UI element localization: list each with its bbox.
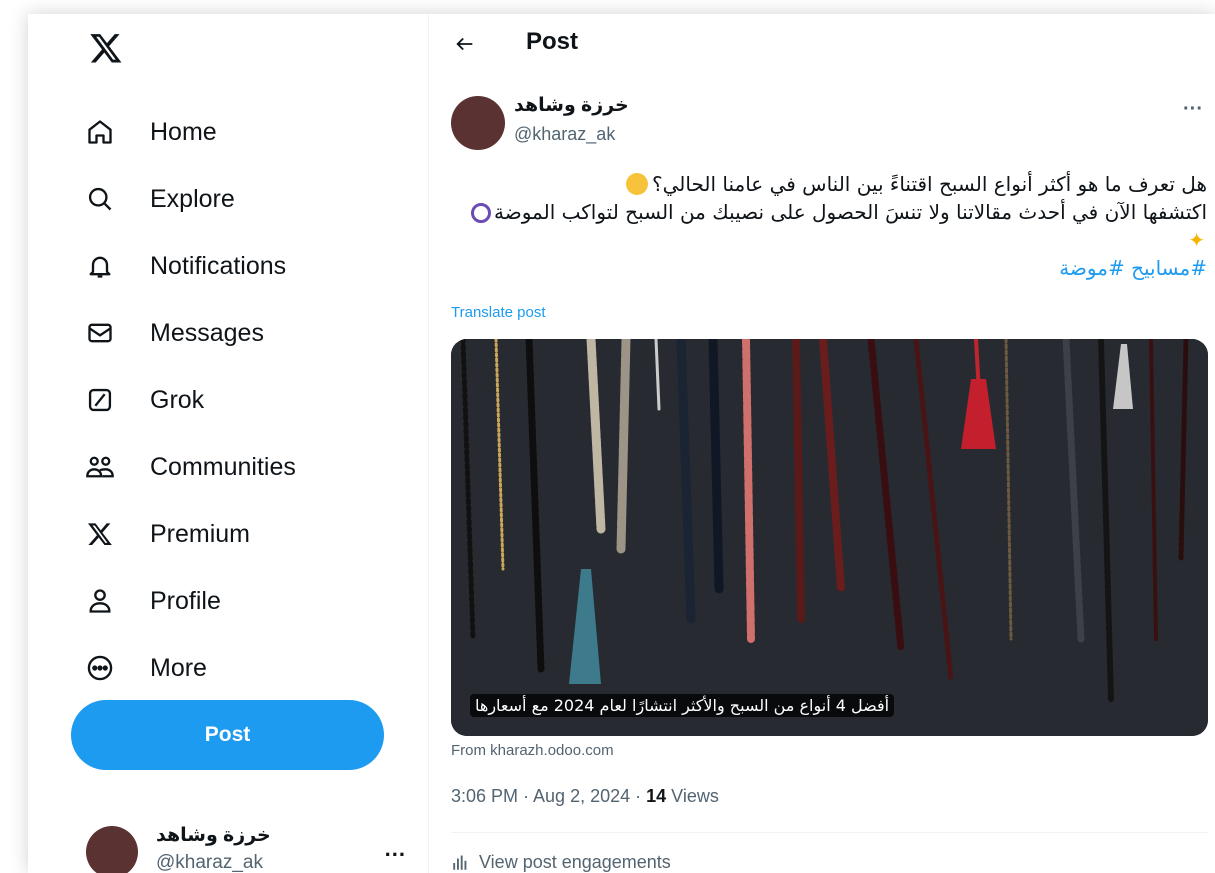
post-text: هل تعرف ما هو أكثر أنواع السبح اقتناءً ب… bbox=[467, 170, 1207, 282]
x-logo-icon[interactable] bbox=[86, 28, 126, 68]
home-icon bbox=[84, 116, 116, 148]
account-more-icon[interactable]: ... bbox=[385, 836, 406, 862]
sidebar-item-label: Grok bbox=[150, 385, 205, 414]
author-avatar[interactable] bbox=[451, 96, 505, 150]
sidebar-item-label: Messages bbox=[150, 318, 264, 347]
avatar bbox=[86, 826, 138, 873]
post-hashtags[interactable]: #مسابيح #موضة bbox=[467, 254, 1207, 282]
view-engagements-link[interactable]: View post engagements bbox=[451, 852, 671, 873]
page-title: Post bbox=[526, 28, 579, 55]
sidebar-item-explore[interactable]: Explore bbox=[84, 175, 235, 223]
views-label: Views bbox=[666, 786, 719, 806]
divider bbox=[451, 832, 1208, 833]
author-handle[interactable]: @kharaz_ak bbox=[514, 124, 615, 145]
author-name[interactable]: خرزة وشاهد bbox=[514, 94, 629, 117]
card-caption: أفضل 4 أنواع من السبح والأكثر انتشارًا ل… bbox=[470, 694, 895, 717]
sidebar-item-messages[interactable]: Messages bbox=[84, 309, 264, 357]
x-logo-icon bbox=[84, 518, 116, 550]
sidebar-item-notifications[interactable]: Notifications bbox=[84, 242, 286, 290]
post-more-icon[interactable]: ··· bbox=[1183, 98, 1203, 121]
sidebar-item-label: Explore bbox=[150, 184, 235, 213]
sidebar-item-home[interactable]: Home bbox=[84, 108, 217, 156]
views-count: 14 bbox=[646, 786, 667, 806]
back-arrow-icon[interactable] bbox=[449, 28, 481, 60]
card-source[interactable]: From kharazh.odoo.com bbox=[451, 742, 614, 759]
sidebar-item-label: More bbox=[150, 653, 207, 682]
sidebar-item-label: Premium bbox=[150, 519, 251, 548]
sidebar-item-label: Home bbox=[150, 117, 217, 146]
post-metadata: 3:06 PM · Aug 2, 2024 · 14 Views bbox=[451, 786, 719, 807]
more-circle-icon bbox=[84, 652, 116, 684]
sparkles-icon: ✦ bbox=[1188, 228, 1205, 252]
sidebar-item-grok[interactable]: Grok bbox=[84, 376, 204, 424]
sidebar-item-label: Profile bbox=[150, 586, 221, 615]
engagements-label: View post engagements bbox=[479, 852, 671, 872]
post-text-line2: اكتشفها الآن في أحدث مقالاتنا ولا تنسَ ا… bbox=[494, 200, 1207, 224]
thinking-face-icon bbox=[625, 173, 648, 195]
sidebar-item-label: Communities bbox=[150, 452, 296, 481]
sidebar-item-communities[interactable]: Communities bbox=[84, 443, 296, 491]
account-name: خرزة وشاهد bbox=[156, 825, 271, 846]
post-timestamp[interactable]: 3:06 PM · Aug 2, 2024 · bbox=[451, 786, 646, 806]
bell-icon bbox=[84, 250, 116, 282]
account-handle: @kharaz_ak bbox=[156, 852, 263, 873]
sidebar-item-profile[interactable]: Profile bbox=[84, 577, 221, 625]
envelope-icon bbox=[84, 317, 116, 349]
sidebar-item-more[interactable]: More bbox=[84, 644, 207, 692]
person-icon bbox=[84, 585, 116, 617]
prayer-beads-icon bbox=[471, 203, 492, 223]
post-detail: Post خرزة وشاهد @kharaz_ak ··· هل تعرف م… bbox=[429, 14, 1215, 873]
app-window: Home Explore Notifications Messages Grok bbox=[28, 14, 1215, 873]
translate-post-link[interactable]: Translate post bbox=[451, 304, 546, 321]
link-card[interactable]: أفضل 4 أنواع من السبح والأكثر انتشارًا ل… bbox=[451, 339, 1208, 736]
grok-icon bbox=[84, 384, 116, 416]
card-image bbox=[451, 339, 1208, 736]
sidebar-item-premium[interactable]: Premium bbox=[84, 510, 250, 558]
analytics-icon bbox=[451, 854, 469, 872]
sidebar-item-label: Notifications bbox=[150, 251, 287, 280]
account-switcher[interactable]: خرزة وشاهد @kharaz_ak ... bbox=[86, 822, 406, 873]
sidebar-nav: Home Explore Notifications Messages Grok bbox=[28, 14, 428, 873]
post-text-line1: هل تعرف ما هو أكثر أنواع السبح اقتناءً ب… bbox=[651, 172, 1207, 196]
search-icon bbox=[84, 183, 116, 215]
communities-icon bbox=[84, 451, 116, 483]
post-button[interactable]: Post bbox=[71, 700, 384, 770]
